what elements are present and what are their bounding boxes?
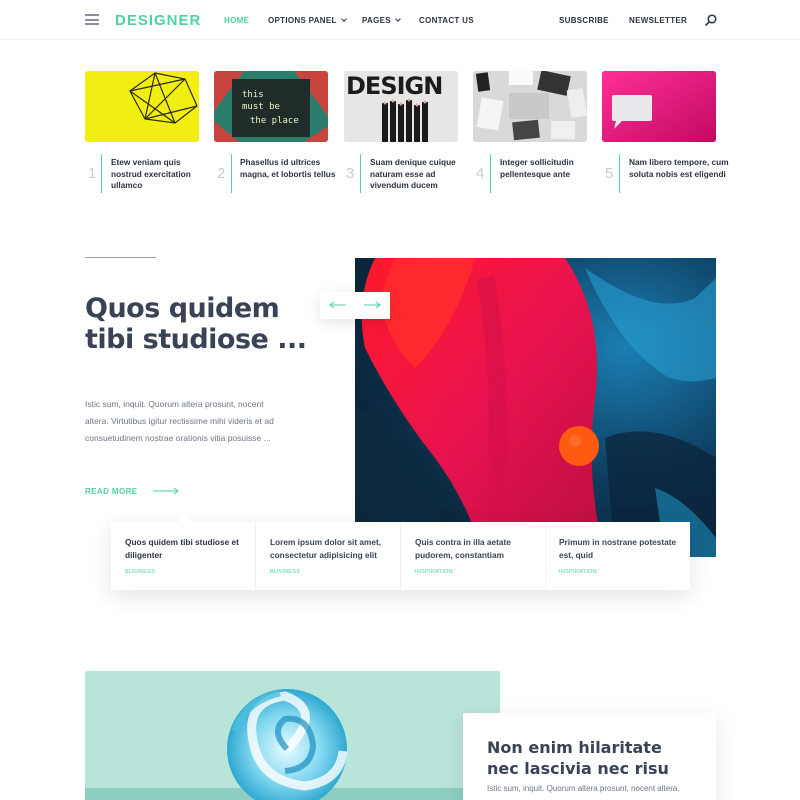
post-card-category[interactable]: INSPIRATION <box>415 569 453 575</box>
site-logo[interactable]: DESIGNER <box>115 12 201 29</box>
post-card-3[interactable]: Quis contra in illa aetate pudorem, cons… <box>401 522 546 590</box>
arrow-right-icon[interactable] <box>363 300 381 310</box>
post-card-title[interactable]: Primum in nostrane potestate est, quid <box>559 536 684 561</box>
featured-image-1[interactable] <box>85 71 199 142</box>
post-card-4[interactable]: Primum in nostrane potestate est, quid I… <box>545 522 690 590</box>
hero-title[interactable]: Quos quidem tibi studiose ... <box>85 293 325 355</box>
arrow-left-icon[interactable] <box>329 300 347 310</box>
featured-image-3[interactable]: DESIGN <box>344 71 458 142</box>
arrow-right-icon[interactable] <box>153 486 179 496</box>
post-cards: Quos quidem tibi studiose et diligenter … <box>111 522 690 590</box>
post-card-title[interactable]: Quos quidem tibi studiose et diligenter <box>125 536 250 561</box>
feature-title[interactable]: Non enim hilaritate nec lascivia nec ris… <box>487 737 697 779</box>
svg-text:must be: must be <box>242 102 280 112</box>
hero-divider <box>85 257 156 258</box>
post-card-1[interactable]: Quos quidem tibi studiose et diligenter … <box>111 522 256 590</box>
featured-title-5[interactable]: Nam libero tempore, cum soluta nobis est… <box>629 157 729 180</box>
slider-controls <box>320 292 390 319</box>
chevron-down-icon <box>340 16 347 22</box>
post-card-category[interactable]: BUSINESS <box>125 569 155 575</box>
featured-number: 3 <box>346 165 355 182</box>
featured-title-3[interactable]: Suam denique cuique naturam esse ad vive… <box>370 157 470 192</box>
hamburger-icon[interactable] <box>85 14 99 25</box>
nav-subscribe[interactable]: SUBSCRIBE <box>559 16 609 25</box>
featured-number: 4 <box>476 165 485 182</box>
featured-divider <box>360 154 361 193</box>
search-icon[interactable] <box>705 14 717 26</box>
featured-number: 2 <box>217 165 226 182</box>
featured-image-2[interactable]: this must be the place <box>214 71 328 142</box>
featured-divider <box>231 154 232 193</box>
svg-text:this: this <box>242 90 264 100</box>
featured-divider <box>490 154 491 193</box>
feature-excerpt: Istic sum, inquit. Quorum altera prosunt… <box>487 784 680 793</box>
featured-number: 1 <box>88 165 97 182</box>
featured-title-4[interactable]: Integer sollicitudin pellentesque ante <box>500 157 600 180</box>
featured-image-5[interactable] <box>602 71 716 142</box>
post-card-category[interactable]: BUSINESS <box>270 569 300 575</box>
feature-image[interactable] <box>85 671 500 800</box>
featured-title-2[interactable]: Phasellus id ultrices magna, et lobortis… <box>240 157 340 180</box>
nav-newsletter[interactable]: NEWSLETTER <box>629 16 687 25</box>
featured-title-1[interactable]: Etew veniam quis nostrud exercitation ul… <box>111 157 211 192</box>
post-card-2[interactable]: Lorem ipsum dolor sit amet, consectetur … <box>256 522 401 590</box>
svg-text:DESIGN: DESIGN <box>346 72 442 100</box>
featured-divider <box>101 154 102 193</box>
read-more-link[interactable]: READ MORE <box>85 487 138 496</box>
post-card-title[interactable]: Lorem ipsum dolor sit amet, consectetur … <box>270 536 395 561</box>
hero-image[interactable] <box>355 258 716 557</box>
featured-divider <box>619 154 620 193</box>
svg-text:the place: the place <box>250 116 299 126</box>
featured-image-4[interactable] <box>473 71 587 142</box>
site-header: DESIGNER HOME OPTIONS PANEL PAGES CONTAC… <box>0 0 800 40</box>
active-card-pointer <box>177 514 193 523</box>
chevron-down-icon <box>395 16 401 22</box>
post-card-category[interactable]: INSPIRATION <box>559 569 597 575</box>
hero-excerpt: Istic sum, inquit. Quorum altera prosunt… <box>85 399 274 443</box>
featured-number: 5 <box>605 165 614 182</box>
nav-contact-us[interactable]: CONTACT US <box>419 16 474 25</box>
post-card-title[interactable]: Quis contra in illa aetate pudorem, cons… <box>415 536 540 561</box>
nav-pages[interactable]: PAGES <box>362 16 401 25</box>
feature-card: Non enim hilaritate nec lascivia nec ris… <box>463 713 716 800</box>
nav-home[interactable]: HOME <box>224 16 249 25</box>
nav-options-panel[interactable]: OPTIONS PANEL <box>268 16 347 25</box>
